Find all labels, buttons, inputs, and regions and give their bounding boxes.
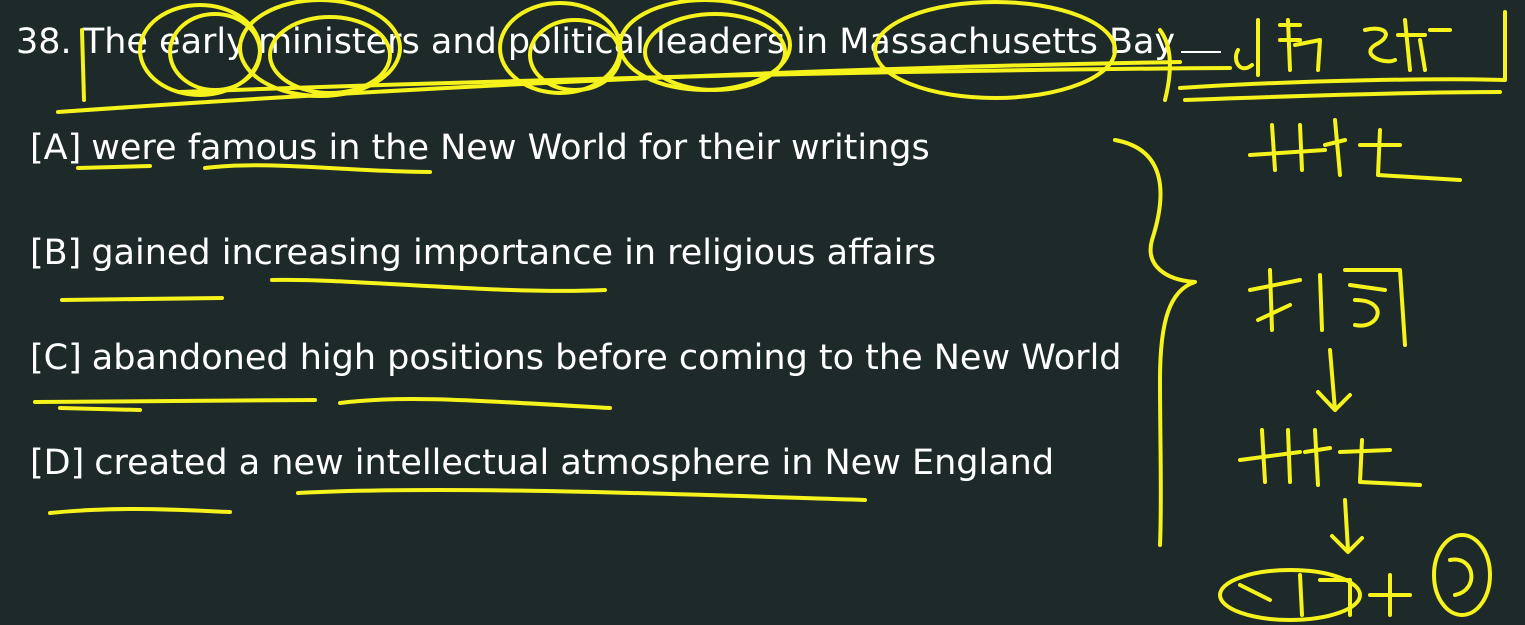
- ink-note-box: [1178, 10, 1507, 102]
- option-b-text: gained increasing importance in religiou…: [91, 233, 936, 273]
- ink-note-row2: [1248, 268, 1407, 347]
- option-d-text: created a new intellectual atmosphere in…: [94, 443, 1055, 483]
- question-text: The early ministers and political leader…: [82, 22, 1176, 62]
- ink-note-glyph-4: [1396, 18, 1452, 72]
- ink-underline-c-label-2: [58, 406, 142, 412]
- ink-underline-b-label: [60, 296, 224, 302]
- ink-note-bottom-glyph-right: [1448, 557, 1474, 597]
- ink-note-glyph-1: [1233, 18, 1260, 77]
- ink-underline-b-text: [270, 277, 607, 293]
- option-a-text: were famous in the New World for their w…: [91, 128, 930, 168]
- ink-stem-underline: [56, 60, 1182, 114]
- ink-underline-c-text: [338, 396, 612, 410]
- option-d: [D] created a new intellectual atmosphere…: [30, 443, 1054, 483]
- answer-blank: [1181, 51, 1222, 53]
- ink-circle-bottom-left: [1218, 568, 1362, 622]
- ink-down-arrow-2: [1330, 498, 1364, 554]
- ink-note-row3: [1238, 428, 1422, 487]
- ink-underline-d-label: [48, 507, 232, 515]
- question-stem: 38. The early ministers and political le…: [16, 22, 1222, 62]
- option-d-label: [D]: [30, 443, 85, 483]
- question-number: 38.: [16, 22, 72, 62]
- ink-note-glyph-2: [1278, 18, 1322, 72]
- option-c: [C] abandoned high positions before comin…: [30, 338, 1122, 378]
- ink-note-bottom-glyphs: [1238, 573, 1352, 617]
- option-a: [A] were famous in the New World for thei…: [30, 128, 930, 168]
- ink-underline-d-text: [296, 488, 867, 502]
- option-c-label: [C]: [30, 338, 82, 378]
- option-a-label: [A]: [30, 128, 82, 168]
- ink-note-row1: [1248, 118, 1462, 182]
- ink-plus-sign: [1368, 573, 1412, 617]
- ink-stem-underline-2: [178, 66, 1232, 94]
- option-b: [B] gained increasing importance in relig…: [30, 233, 936, 273]
- ink-down-arrow-1: [1316, 348, 1352, 412]
- option-b-label: [B]: [30, 233, 82, 273]
- option-c-text: abandoned high positions before coming t…: [91, 338, 1122, 378]
- ink-note-glyph-3: [1363, 26, 1397, 64]
- ink-circle-bottom-right: [1432, 533, 1492, 617]
- ink-curly-brace: [1113, 138, 1197, 547]
- handwritten-annotations: [33, 0, 1507, 622]
- ink-underline-c-label: [33, 398, 317, 404]
